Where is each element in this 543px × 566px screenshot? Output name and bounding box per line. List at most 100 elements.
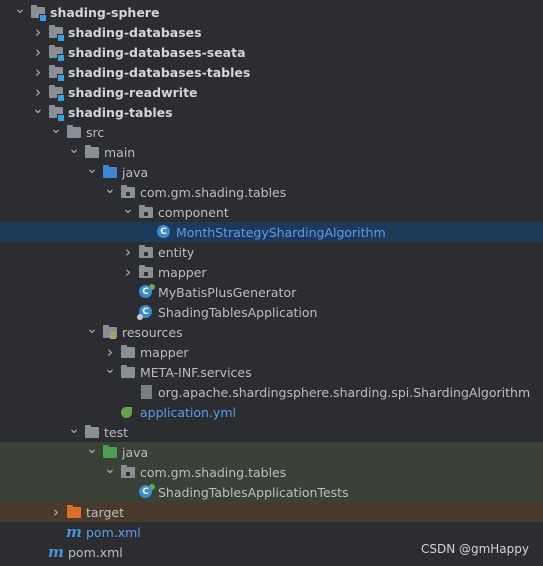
tree-row[interactable]: ⌄ java bbox=[0, 159, 543, 182]
tree-row-label: target bbox=[86, 504, 125, 520]
module-folder-icon bbox=[48, 64, 65, 82]
yaml-icon bbox=[120, 404, 136, 420]
chevron-right-icon[interactable]: › bbox=[32, 22, 44, 42]
tree-row[interactable]: ⌄ resources bbox=[0, 319, 543, 342]
tree-row[interactable]: application.yml bbox=[0, 402, 543, 422]
excluded-folder-icon bbox=[66, 504, 82, 520]
chevron-down-icon[interactable]: ⌄ bbox=[86, 159, 98, 179]
chevron-down-icon[interactable]: ⌄ bbox=[32, 99, 44, 119]
chevron-right-icon[interactable]: › bbox=[32, 42, 44, 62]
tree-row-label: pom.xml bbox=[68, 544, 123, 560]
tree-row-label: MyBatisPlusGenerator bbox=[158, 284, 297, 300]
maven-icon: m bbox=[66, 523, 82, 541]
tree-row-label: ShadingTablesApplication bbox=[158, 304, 318, 320]
tree-row[interactable]: ⌄ test bbox=[0, 419, 543, 442]
folder-icon bbox=[84, 424, 100, 440]
tree-row[interactable]: › shading-readwrite bbox=[0, 82, 543, 102]
tree-row[interactable]: C MyBatisPlusGenerator bbox=[0, 282, 543, 302]
package-icon bbox=[120, 464, 136, 480]
tree-row-label: component bbox=[158, 204, 229, 220]
chevron-down-icon[interactable]: ⌄ bbox=[14, 0, 26, 19]
tree-row[interactable]: ⌄ shading-sphere bbox=[0, 0, 543, 22]
tree-row-label: mapper bbox=[140, 344, 189, 360]
package-icon bbox=[120, 184, 136, 200]
no-arrow-spacer bbox=[50, 522, 62, 542]
tree-row-label: mapper bbox=[158, 264, 207, 280]
runnable-class-icon: C bbox=[138, 284, 155, 300]
tree-row-label: ShadingTablesApplicationTests bbox=[158, 484, 349, 500]
tree-row-label: shading-sphere bbox=[50, 4, 160, 20]
maven-icon: m bbox=[48, 543, 64, 561]
tree-row[interactable]: › entity bbox=[0, 242, 543, 262]
tree-row[interactable]: › mapper bbox=[0, 262, 543, 282]
tree-row-label: shading-readwrite bbox=[68, 84, 198, 100]
module-folder-icon bbox=[48, 24, 65, 42]
tree-row[interactable]: C ShadingTablesApplication bbox=[0, 302, 543, 322]
tree-row-label: shading-databases-tables bbox=[68, 64, 251, 80]
tree-row-label: org.apache.shardingsphere.sharding.spi.S… bbox=[158, 384, 531, 400]
tree-row-label: src bbox=[86, 124, 105, 140]
folder-icon bbox=[120, 344, 136, 360]
tree-row-label: MonthStrategyShardingAlgorithm bbox=[176, 224, 386, 240]
tree-row-label: entity bbox=[158, 244, 195, 260]
tree-row-label: shading-tables bbox=[68, 104, 173, 120]
tree-row-label: application.yml bbox=[140, 404, 236, 420]
tree-row-label: java bbox=[122, 444, 149, 460]
tree-row-label: test bbox=[104, 424, 129, 440]
chevron-down-icon[interactable]: ⌄ bbox=[86, 319, 98, 339]
tree-row[interactable]: ⌄ META-INF.services bbox=[0, 359, 543, 382]
chevron-down-icon[interactable]: ⌄ bbox=[68, 419, 80, 439]
chevron-down-icon[interactable]: ⌄ bbox=[104, 179, 116, 199]
watermark: CSDN @gmHappy bbox=[420, 542, 529, 556]
tree-row[interactable]: › target bbox=[0, 502, 543, 522]
no-arrow-spacer bbox=[122, 382, 134, 402]
chevron-down-icon[interactable]: ⌄ bbox=[122, 199, 134, 219]
file-icon bbox=[138, 384, 154, 400]
source-folder-icon bbox=[102, 164, 118, 180]
tree-row[interactable]: ⌄ java bbox=[0, 439, 543, 462]
folder-icon bbox=[120, 364, 136, 380]
tree-row[interactable]: ⌄ shading-tables bbox=[0, 99, 543, 122]
chevron-down-icon[interactable]: ⌄ bbox=[68, 139, 80, 159]
resources-folder-icon bbox=[102, 324, 118, 340]
tree-row-label: main bbox=[104, 144, 136, 160]
chevron-down-icon[interactable]: ⌄ bbox=[104, 359, 116, 379]
tree-row-label: META-INF.services bbox=[140, 364, 252, 380]
module-folder-icon bbox=[30, 4, 47, 22]
chevron-right-icon[interactable]: › bbox=[122, 262, 134, 282]
module-folder-icon bbox=[48, 104, 65, 122]
tree-row[interactable]: › mapper bbox=[0, 342, 543, 362]
module-folder-icon bbox=[48, 44, 65, 62]
test-folder-icon bbox=[102, 444, 118, 460]
tree-row[interactable]: org.apache.shardingsphere.sharding.spi.S… bbox=[0, 382, 543, 402]
tree-row[interactable]: › shading-databases bbox=[0, 22, 543, 42]
tree-row-label: resources bbox=[122, 324, 183, 340]
no-arrow-spacer bbox=[32, 542, 44, 562]
tree-row[interactable]: ⌄ component bbox=[0, 199, 543, 222]
tree-row[interactable]: ⌄ com.gm.shading.tables bbox=[0, 459, 543, 482]
tree-row[interactable]: › shading-databases-seata bbox=[0, 42, 543, 62]
chevron-right-icon[interactable]: › bbox=[50, 502, 62, 522]
tree-row[interactable]: m pom.xml bbox=[0, 522, 543, 542]
class-icon: C bbox=[156, 224, 172, 240]
package-icon bbox=[138, 244, 154, 260]
tree-row[interactable]: ⌄ src bbox=[0, 119, 543, 142]
tree-row[interactable]: C MonthStrategyShardingAlgorithm bbox=[0, 222, 543, 242]
package-icon bbox=[138, 204, 154, 220]
chevron-right-icon[interactable]: › bbox=[122, 242, 134, 262]
spring-boot-class-icon: C bbox=[137, 304, 154, 320]
chevron-right-icon[interactable]: › bbox=[32, 62, 44, 82]
folder-icon bbox=[84, 144, 100, 160]
tree-row-label: java bbox=[122, 164, 149, 180]
tree-row[interactable]: › shading-databases-tables bbox=[0, 62, 543, 82]
chevron-down-icon[interactable]: ⌄ bbox=[104, 459, 116, 479]
chevron-down-icon[interactable]: ⌄ bbox=[86, 439, 98, 459]
module-folder-icon bbox=[48, 84, 65, 102]
no-arrow-spacer bbox=[122, 302, 134, 322]
tree-row[interactable]: ⌄ com.gm.shading.tables bbox=[0, 179, 543, 202]
tree-row[interactable]: ⌄ main bbox=[0, 139, 543, 162]
tree-row-label: com.gm.shading.tables bbox=[140, 464, 287, 480]
tree-row[interactable]: C ShadingTablesApplicationTests bbox=[0, 482, 543, 502]
chevron-down-icon[interactable]: ⌄ bbox=[50, 119, 62, 139]
tree-row-label: shading-databases bbox=[68, 24, 202, 40]
